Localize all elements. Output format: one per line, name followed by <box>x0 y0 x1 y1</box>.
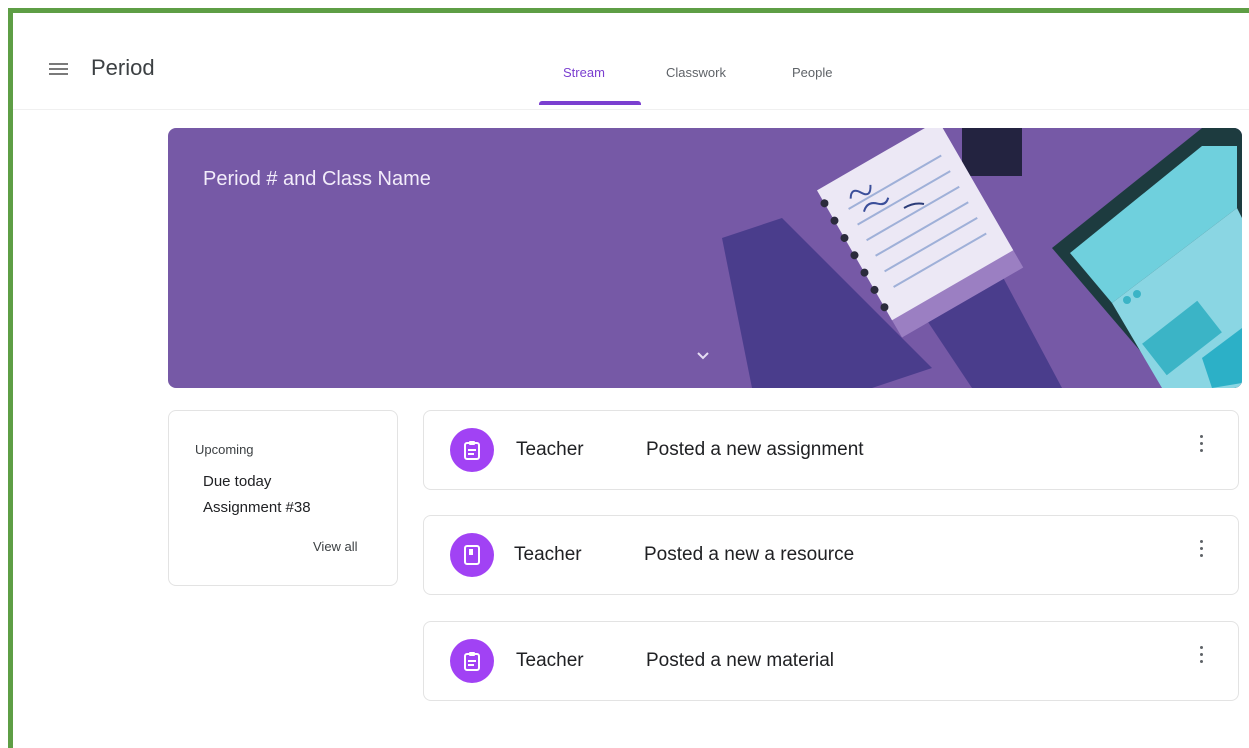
stream-post[interactable]: Teacher Posted a new material <box>423 621 1239 701</box>
upcoming-card: Upcoming Due today Assignment #38 View a… <box>168 410 398 586</box>
chevron-down-icon[interactable] <box>695 350 711 362</box>
post-text: Posted a new material <box>646 650 834 671</box>
active-tab-indicator <box>539 101 641 105</box>
post-author: Teacher <box>516 650 584 671</box>
post-text: Posted a new a resource <box>644 544 855 565</box>
more-options-icon[interactable] <box>1198 646 1204 670</box>
hamburger-menu-icon[interactable] <box>49 63 68 76</box>
post-author: Teacher <box>514 544 582 565</box>
class-banner: Period # and Class Name <box>168 128 1242 388</box>
tab-stream[interactable]: Stream <box>563 65 605 80</box>
top-bar: Period Stream Classwork People <box>13 13 1249 110</box>
screenshot-frame: Period Stream Classwork People Period # … <box>8 8 1249 748</box>
post-text: Posted a new assignment <box>646 439 864 460</box>
post-author: Teacher <box>516 439 584 460</box>
due-today-text: Due today <box>203 473 272 490</box>
tab-people[interactable]: People <box>792 65 832 80</box>
tab-classwork[interactable]: Classwork <box>666 65 726 80</box>
upcoming-label: Upcoming <box>195 442 254 457</box>
banner-title: Period # and Class Name <box>203 168 431 190</box>
page-title: Period <box>91 55 155 80</box>
view-all-link[interactable]: View all <box>313 539 358 554</box>
upcoming-assignment-link[interactable]: Assignment #38 <box>203 499 311 516</box>
more-options-icon[interactable] <box>1198 540 1204 564</box>
assignment-icon <box>450 428 494 472</box>
material-icon <box>450 639 494 683</box>
more-options-icon[interactable] <box>1198 435 1204 459</box>
stream-post[interactable]: Teacher Posted a new assignment <box>423 410 1239 490</box>
stream-post[interactable]: Teacher Posted a new a resource <box>423 515 1239 595</box>
book-icon <box>450 533 494 577</box>
banner-illustration <box>722 128 1242 388</box>
